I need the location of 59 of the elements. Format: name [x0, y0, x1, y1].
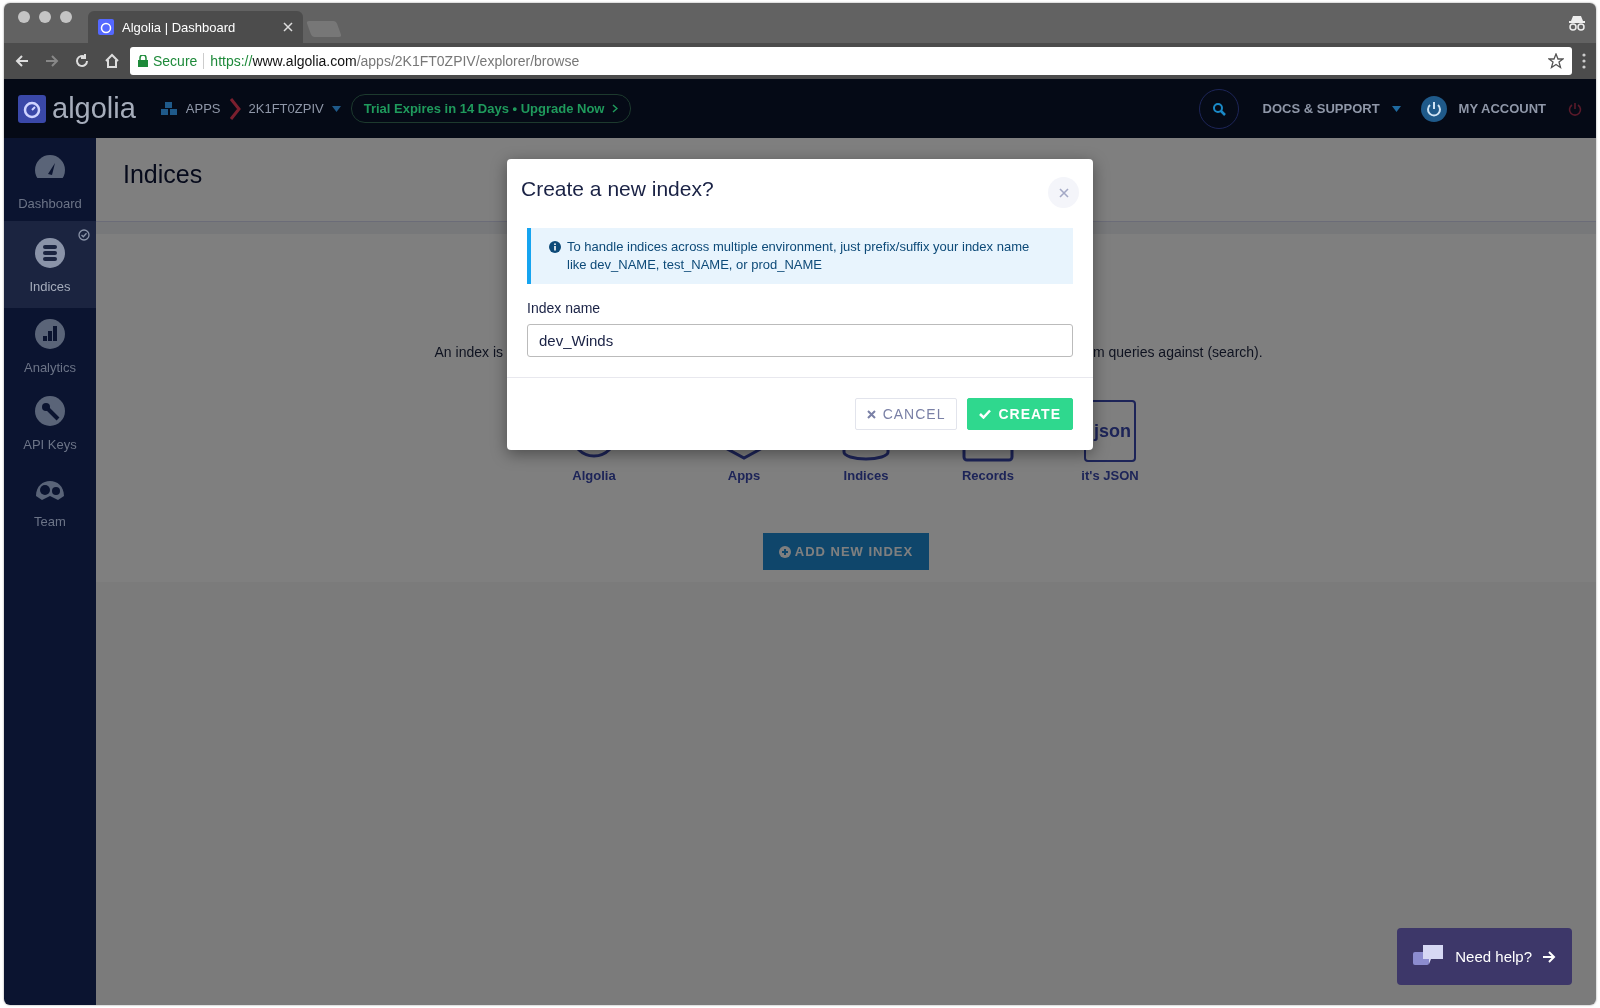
- concept-label: Indices: [843, 468, 889, 483]
- close-icon[interactable]: [283, 22, 293, 32]
- address-bar[interactable]: Secure https://www.algolia.com/apps/2K1FT0ZPIV/explorer/browse: [130, 47, 1572, 75]
- sidebar-item[interactable]: Analytics: [4, 308, 96, 385]
- check-icon: [979, 409, 992, 419]
- cubes-icon: [159, 101, 178, 116]
- concept-label: Records: [962, 468, 1014, 483]
- caret-icon[interactable]: [1391, 105, 1401, 112]
- intro-text: m queries against (search).: [1093, 344, 1264, 360]
- caret-icon[interactable]: [331, 105, 341, 112]
- chevron-icon: [228, 97, 241, 120]
- sidebar-item[interactable]: Dashboard: [4, 144, 96, 221]
- power-icon: [1420, 95, 1447, 122]
- trial-banner[interactable]: Trial Expires in 14 Days • Upgrade Now: [350, 94, 632, 123]
- stopwatch-icon: [18, 94, 46, 123]
- intro-text: An index is: [433, 344, 503, 360]
- logo-text[interactable]: algolia: [52, 92, 136, 125]
- docs-support-menu[interactable]: DOCS & SUPPORT: [1262, 101, 1380, 116]
- sidebar-item[interactable]: Team: [4, 462, 96, 539]
- index-name-field[interactable]: dev_Winds: [527, 324, 1073, 357]
- concept-label: it's JSON: [1081, 468, 1139, 483]
- gauge-icon: [34, 154, 66, 186]
- plus-circle-icon: [778, 545, 791, 558]
- breadcrumb-link[interactable]: 2K1FT0ZPIV: [248, 101, 324, 116]
- close-icon: [1058, 187, 1069, 198]
- lock-icon: [138, 55, 148, 67]
- star-icon[interactable]: [1548, 53, 1564, 69]
- close-icon: [866, 409, 876, 419]
- page-title: Indices: [123, 160, 203, 189]
- menu-icon[interactable]: [1582, 53, 1586, 69]
- cancel-button[interactable]: CANCEL: [854, 398, 958, 430]
- concept-label: Algolia: [572, 468, 616, 483]
- arrow-right-icon: [1542, 950, 1556, 963]
- secure-label: Secure: [153, 53, 198, 69]
- sidebar-item[interactable]: Indices: [4, 221, 96, 308]
- window-control[interactable]: [39, 10, 51, 23]
- incognito-icon: [1568, 15, 1586, 31]
- field-label: Index name: [527, 300, 602, 316]
- home-icon[interactable]: [104, 53, 120, 69]
- stopwatch-icon: [98, 19, 114, 35]
- sidebar-item[interactable]: API Keys: [4, 385, 96, 462]
- forward-icon[interactable]: [44, 53, 60, 69]
- window-control[interactable]: [60, 10, 72, 23]
- chart-icon: [34, 318, 66, 350]
- dialog-title: Create a new index?: [521, 177, 714, 201]
- concept-label: Apps: [727, 468, 761, 483]
- breadcrumb-link[interactable]: APPS: [185, 101, 221, 116]
- my-account-menu[interactable]: MY ACCOUNT: [1458, 101, 1546, 116]
- search-icon: [1211, 101, 1226, 116]
- browser-tab[interactable]: Algolia | Dashboard: [88, 11, 303, 43]
- back-icon[interactable]: [14, 53, 30, 69]
- chevron-icon: [612, 104, 619, 113]
- key-icon: [34, 395, 66, 427]
- window-control[interactable]: [18, 10, 30, 23]
- reload-icon[interactable]: [74, 53, 90, 69]
- need-help-button[interactable]: Need help?: [1397, 928, 1572, 985]
- info-text: To handle indices across multiple environment, just prefix/suffix your index name like dev_NAME, test_NAME, or prod_NAME: [567, 238, 1031, 274]
- url-text: https://www.algolia.com/apps/2K1FT0ZPIV/explorer/browse: [210, 53, 580, 69]
- info-icon: [549, 241, 561, 253]
